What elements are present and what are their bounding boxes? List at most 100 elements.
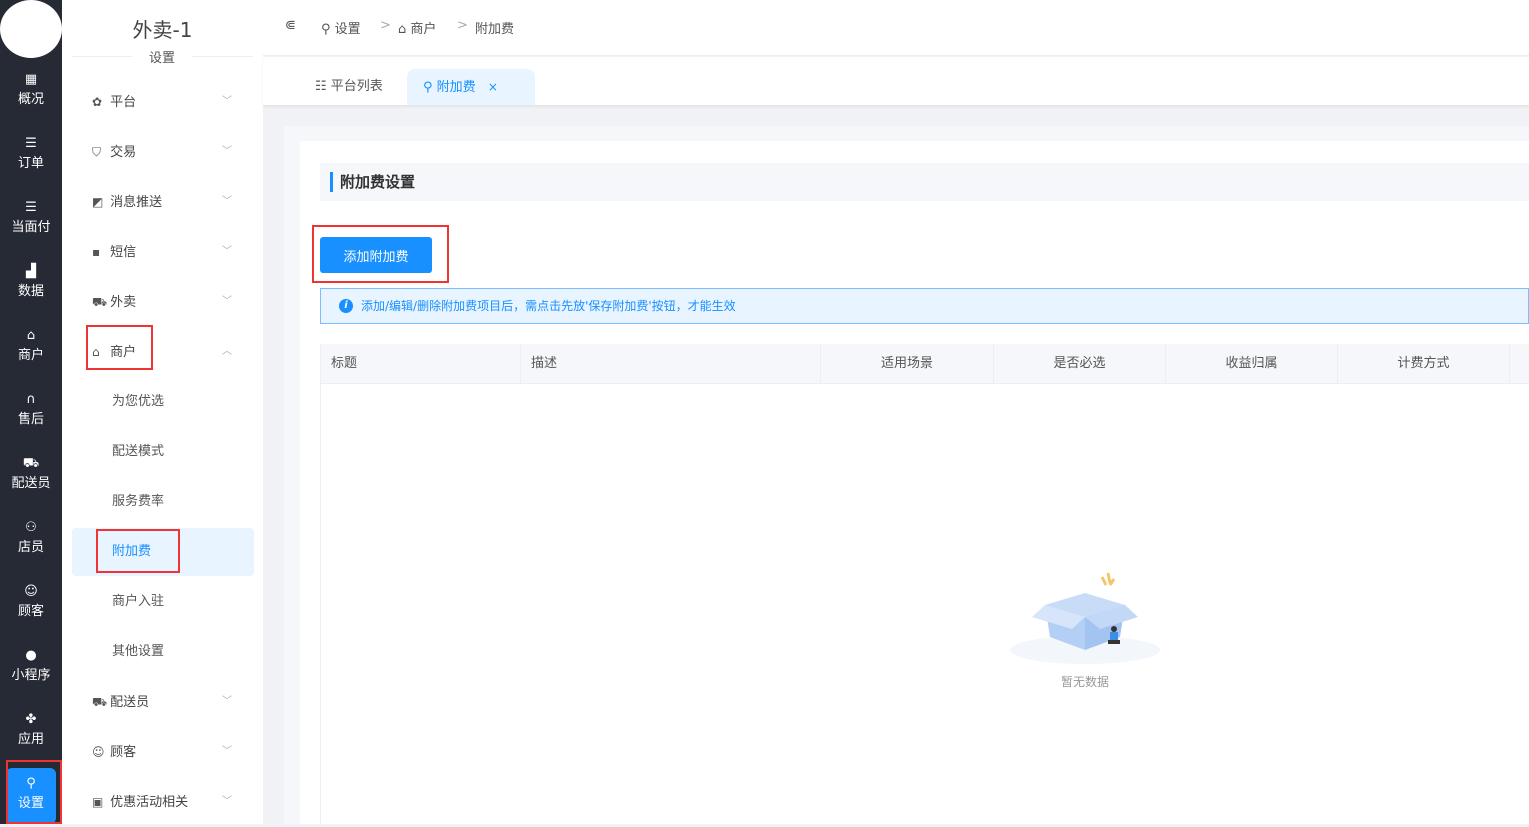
collapse-menu-icon[interactable]: ⋐ [285, 18, 296, 33]
column-header-scene: 适用场景 [821, 344, 994, 384]
breadcrumb-separator: > [457, 18, 468, 33]
rail-item-label: 配送员 [11, 476, 51, 491]
top-header: ⋐ ⚲ 设置 > ⌂ 商户 > 附加费 [263, 0, 1529, 56]
rail-item-3[interactable]: ▟ 数据 [6, 256, 56, 312]
rail-item-label: 订单 [17, 156, 44, 171]
list-icon: ☰ [25, 136, 37, 151]
rail-item-label: 售后 [17, 412, 44, 427]
column-header-required: 是否必选 [994, 344, 1166, 384]
menu-sub-menu2-0[interactable]: ⛟ 配送员 ﹀ [72, 678, 254, 726]
secondary-nav: 外卖-1 设置 ✿ 平台 ﹀ ⛉ 交易 ﹀ ◩ 消息推送 ﹀ ▪ 短信 ﹀ ⛟ 外卖 ﹀ ⌂ 商户 ︿… [62, 0, 263, 824]
shield-icon: ⛉ [92, 145, 102, 159]
submenu-item-4[interactable]: 商户入驻 [72, 578, 254, 626]
customer-icon: ☺ [24, 584, 38, 599]
chevron-icon: ﹀ [222, 246, 232, 257]
breadcrumb-separator: > [380, 18, 391, 33]
rail-item-label: 小程序 [11, 668, 51, 683]
store-icon: ⌂ [26, 328, 36, 343]
highlight-box [86, 325, 153, 370]
tab-bar: ☷ 平台列表 ⚲ 附加费 × [263, 57, 1529, 105]
chevron-icon: ﹀ [222, 196, 232, 207]
rail-item-1[interactable]: ☰ 订单 [6, 128, 56, 184]
rail-item-label: 当面付 [11, 220, 51, 235]
section-subtitle: 设置 [132, 47, 192, 66]
headset-icon: ∩ [26, 392, 36, 407]
menu-sub-menu-4[interactable]: ⛟ 外卖 ﹀ [72, 278, 254, 326]
delivery-icon: ⛟ [92, 295, 108, 309]
dashboard-icon: ▦ [24, 72, 38, 87]
courier-icon: ⛟ [92, 695, 108, 709]
submenu-item-5[interactable]: 其他设置 [72, 628, 254, 676]
list-icon: ☰ [25, 200, 37, 215]
breadcrumb-current: 附加费 [475, 22, 515, 37]
menu-sub-menu2-1[interactable]: ☺ 顾客 ﹀ [72, 728, 254, 776]
empty-box-illustration [1010, 572, 1160, 664]
menu-label: 顾客 [110, 745, 137, 760]
submenu-item-0[interactable]: 为您优选 [72, 378, 254, 426]
rail-item-7[interactable]: ⚇ 店员 [6, 512, 56, 568]
rail-item-2[interactable]: ☰ 当面付 [6, 192, 56, 248]
menu-label: 配送员 [110, 695, 150, 710]
rail-item-8[interactable]: ☺ 顾客 [6, 576, 56, 632]
gift-icon: ▣ [92, 795, 104, 809]
menu-sub-menu-1[interactable]: ⛉ 交易 ﹀ [72, 128, 254, 176]
column-header-title: 标题 [321, 344, 521, 384]
avatar[interactable] [0, 0, 62, 58]
tab-label: 附加费 [436, 80, 476, 95]
primary-nav: ▦ 概况 ☰ 订单 ☰ 当面付 ▟ 数据 ⌂ 商户 ∩ 售后 ⛟ 配送员 ⚇ 店员 ☺ 顾客 ● 小程序 ✤ 应用 ⚲ 设置 [0, 0, 62, 824]
rail-item-10[interactable]: ✤ 应用 [6, 704, 56, 760]
column-header-revenue: 收益归属 [1166, 344, 1338, 384]
menu-sub-menu-2[interactable]: ◩ 消息推送 ﹀ [72, 178, 254, 226]
customer-icon: ☺ [92, 745, 105, 759]
info-alert: i 添加/编辑/删除附加费项目后，需点击先放'保存附加费'按钮，才能生效 [320, 288, 1529, 324]
rail-item-5[interactable]: ∩ 售后 [6, 384, 56, 440]
list-icon: ☷ [315, 79, 331, 94]
menu-label: 外卖 [110, 295, 137, 310]
menu-label: 消息推送 [110, 195, 163, 210]
chevron-icon: ﹀ [222, 296, 232, 307]
chevron-icon: ﹀ [222, 96, 232, 107]
menu-label: 短信 [110, 245, 137, 260]
info-icon: i [339, 299, 353, 313]
tab-platform-list[interactable]: ☷ 平台列表 [299, 69, 399, 105]
menu-sub-menu-0[interactable]: ✿ 平台 ﹀ [72, 78, 254, 126]
tab-label: 平台列表 [330, 79, 383, 94]
menu-label: 优惠活动相关 [110, 795, 189, 810]
chevron-icon: ︿ [222, 346, 232, 357]
submenu-item-2[interactable]: 服务费率 [72, 478, 254, 526]
settings-user-icon: ⚲ [423, 80, 437, 95]
rail-item-9[interactable]: ● 小程序 [6, 640, 56, 696]
breadcrumb-settings[interactable]: ⚲ 设置 [321, 18, 361, 37]
chevron-icon: ﹀ [222, 746, 232, 757]
rail-item-label: 店员 [17, 540, 44, 555]
chevron-icon: ﹀ [222, 696, 232, 707]
empty-text: 暂无数据 [1060, 675, 1109, 689]
wechat-icon: ● [25, 648, 37, 663]
rail-item-0[interactable]: ▦ 概况 [6, 64, 56, 120]
empty-state: 暂无数据 [1010, 565, 1160, 690]
highlight-box [6, 760, 62, 824]
chevron-icon: ﹀ [222, 796, 232, 807]
menu-label: 交易 [110, 145, 137, 160]
close-icon[interactable]: × [488, 80, 498, 94]
rail-item-label: 应用 [17, 732, 44, 747]
column-header-billing: 计费方式 [1338, 344, 1510, 384]
section-title: 附加费设置 [320, 163, 1529, 201]
rail-item-label: 概况 [17, 92, 44, 107]
surcharge-table: 标题 描述 适用场景 是否必选 收益归属 计费方式 [320, 344, 1529, 824]
breadcrumb-merchant[interactable]: ⌂ 商户 [398, 18, 436, 37]
column-header-description: 描述 [521, 344, 821, 384]
store-title: 外卖-1 [132, 18, 193, 42]
rail-item-4[interactable]: ⌂ 商户 [6, 320, 56, 376]
column-header-extra [1510, 344, 1529, 384]
menu-sub-menu-3[interactable]: ▪ 短信 ﹀ [72, 228, 254, 276]
rail-item-6[interactable]: ⛟ 配送员 [6, 448, 56, 504]
push-icon: ◩ [92, 195, 104, 209]
rail-item-label: 数据 [17, 284, 44, 299]
delivery-icon: ⛟ [22, 456, 40, 471]
submenu-item-1[interactable]: 配送模式 [72, 428, 254, 476]
sms-icon: ▪ [92, 245, 101, 259]
tab-surcharge[interactable]: ⚲ 附加费 × [407, 69, 535, 105]
rail-item-label: 商户 [17, 348, 44, 363]
menu-sub-menu2-2[interactable]: ▣ 优惠活动相关 ﹀ [72, 778, 254, 826]
